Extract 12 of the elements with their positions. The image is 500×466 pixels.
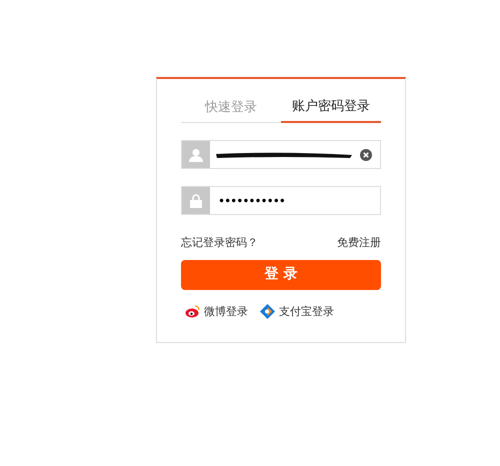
person-icon xyxy=(189,148,203,162)
lock-icon xyxy=(190,194,202,208)
register-link[interactable]: 免费注册 xyxy=(337,235,381,252)
clear-icon[interactable] xyxy=(360,148,372,160)
social-login-link[interactable]: 微博登录 xyxy=(204,304,248,320)
eye-logo-icon xyxy=(185,305,200,318)
tab[interactable]: 账户密码登录 xyxy=(281,93,381,123)
password-field[interactable]: ••••••••••• xyxy=(181,186,381,215)
username-field[interactable] xyxy=(181,140,381,169)
social-login-link[interactable]: 支付宝登录 xyxy=(279,304,334,320)
diamond-logo-icon xyxy=(260,304,275,320)
forgot-password-link[interactable]: 忘记登录密码？ xyxy=(181,235,258,252)
